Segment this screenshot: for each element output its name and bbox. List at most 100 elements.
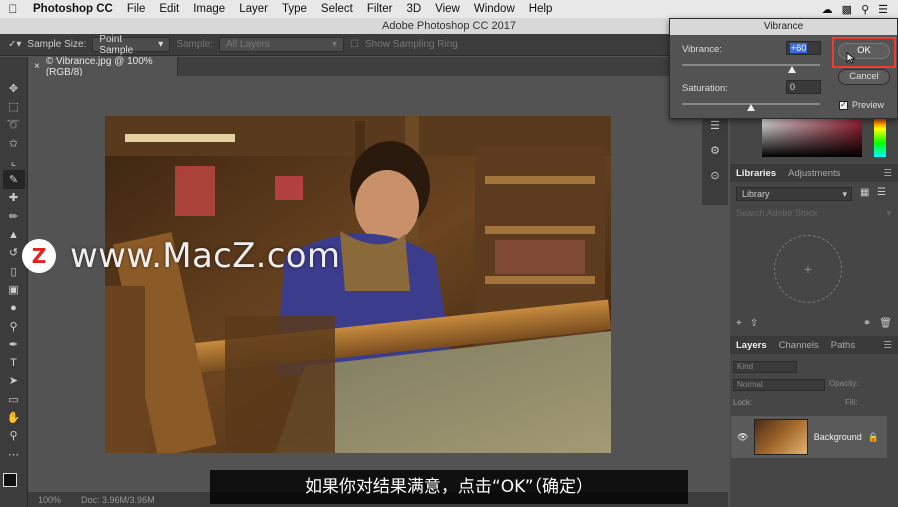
blur-tool-icon[interactable]: ● [3,299,25,317]
creative-cloud-icon[interactable]: ☁ [822,3,833,16]
menu-type[interactable]: Type [275,3,314,15]
hue-slider[interactable] [874,115,886,157]
layer-kind-filter[interactable]: Kind [733,361,797,373]
search-icon[interactable]: ⚲ [861,3,869,16]
gradient-tool-icon[interactable]: ▣ [3,280,25,298]
display-icon[interactable]: ▩ [842,3,852,16]
library-select-value: Library [742,189,770,199]
healing-brush-tool-icon[interactable]: ✚ [3,189,25,207]
library-add-dropzone[interactable]: + [774,235,842,303]
glyphs-panel-icon[interactable]: ⊙ [710,169,719,182]
video-subtitle: 如果你对结果满意，点击“OK”（确定） [210,470,688,504]
saturation-label: Saturation: [682,83,728,94]
notification-icon[interactable]: ☰ [878,3,888,16]
lock-icon: 🔒 [867,431,879,442]
vibrance-label: Vibrance: [682,44,722,55]
doc-size: Doc: 3.96M/3.96M [81,494,155,505]
pen-tool-icon[interactable]: ✒ [3,335,25,353]
menu-file[interactable]: File [120,3,153,15]
sample-value: All Layers [226,39,270,50]
dodge-tool-icon[interactable]: ⚲ [3,317,25,335]
trash-icon[interactable]: 🗑 [879,318,892,329]
sample-size-select[interactable]: Point Sample ▾ [92,34,171,56]
list-view-icon[interactable]: ☰ [877,187,886,198]
kind-filter-value: Kind [737,362,754,371]
library-search-placeholder: Search Adobe Stock [736,208,818,218]
foreground-color-swatch[interactable] [3,473,17,487]
lock-label: Lock: [733,398,753,407]
eyedropper-preset-icon[interactable]: ✓▾ [8,39,21,50]
preview-checkbox-row[interactable]: ✓ Preview [839,100,884,110]
brush-tool-icon[interactable]: ✏ [3,207,25,225]
upload-icon[interactable]: ⇧ [750,318,758,329]
menu-help[interactable]: Help [522,3,560,15]
watermark: Z www.MacZ.com [22,236,340,276]
crop-tool-icon[interactable]: ⌞ [3,152,25,170]
chevron-down-icon: ▾ [842,188,847,199]
zoom-readout[interactable]: 100% [38,495,61,505]
cancel-button[interactable]: Cancel [838,69,890,85]
preview-label: Preview [852,100,885,110]
quick-select-tool-icon[interactable]: ✩ [3,134,25,152]
add-content-icon[interactable]: + [736,318,742,329]
tab-adjustments[interactable]: Adjustments [788,168,840,179]
zoom-tool-icon[interactable]: ⚲ [3,427,25,445]
library-footer: + ⇧ ⚭ 🗑 [736,318,892,329]
menu-app-name[interactable]: Photoshop CC [26,3,120,15]
sample-select[interactable]: All Layers ▾ [219,37,345,52]
menu-window[interactable]: Window [467,3,522,15]
menu-layer[interactable]: Layer [232,3,275,15]
document-image[interactable] [105,116,611,453]
dialog-title: Vibrance [670,19,897,35]
chevron-down-icon: ▾ [331,39,338,50]
blend-mode-select[interactable]: Normal [733,379,825,391]
vibrance-slider-thumb[interactable] [788,66,797,73]
apple-icon[interactable]:  [0,2,26,16]
layer-row[interactable]: 👁 Background 🔒 [731,416,887,458]
tab-layers[interactable]: Layers [736,340,767,351]
vibrance-input[interactable]: +60 [786,41,821,55]
opacity-label: Opacity: [829,379,859,388]
library-select[interactable]: Library ▾ [736,187,852,201]
library-search-input[interactable]: Search Adobe Stock ▾ [736,208,891,221]
cc-icon[interactable]: ⚭ [863,318,871,329]
watermark-badge: Z [22,239,56,273]
menu-image[interactable]: Image [186,3,232,15]
saturation-input[interactable]: 0 [786,80,821,94]
panel-menu-icon[interactable]: ☰ [883,168,892,179]
tab-paths[interactable]: Paths [831,340,855,351]
chevron-down-icon: ▾ [158,39,164,50]
path-select-tool-icon[interactable]: ➤ [3,372,25,390]
color-picker-field[interactable] [762,115,862,157]
saturation-slider-thumb[interactable] [747,104,755,111]
vibrance-value: +60 [790,43,808,53]
rectangle-tool-icon[interactable]: ▭ [3,390,25,408]
more-tools-icon[interactable]: ⋯ [3,445,25,463]
eyedropper-tool-icon[interactable]: ✎ [2,170,25,189]
show-sampling-ring-checkbox[interactable]: ☐ [350,39,359,50]
document-tab-label: © Vibrance.jpg @ 100% (RGB/8) [45,55,153,78]
menu-edit[interactable]: Edit [152,3,186,15]
lasso-tool-icon[interactable]: ➰ [3,116,25,134]
visibility-eye-icon[interactable]: 👁 [737,432,748,443]
tab-libraries[interactable]: Libraries [736,168,776,179]
menu-filter[interactable]: Filter [360,3,400,15]
marquee-tool-icon[interactable]: ⬚ [3,97,25,115]
vibrance-slider-track[interactable] [682,64,820,66]
properties-panel-icon[interactable]: ⚙ [710,144,720,157]
tab-channels[interactable]: Channels [779,340,819,351]
menu-3d[interactable]: 3D [399,3,428,15]
close-icon[interactable]: × [34,61,40,72]
type-tool-icon[interactable]: T [3,353,25,371]
ok-highlight-box [832,37,896,68]
preview-checkbox[interactable]: ✓ [839,100,848,110]
menu-view[interactable]: View [428,3,467,15]
sample-size-label: Sample Size: [27,39,87,50]
panel-menu-icon[interactable]: ☰ [883,340,892,351]
menu-select[interactable]: Select [314,3,360,15]
hand-tool-icon[interactable]: ✋ [3,408,25,426]
move-tool-icon[interactable]: ✥ [3,79,25,97]
history-panel-icon[interactable]: ☰ [710,119,720,132]
grid-view-icon[interactable]: ▦ [860,187,869,198]
document-tab[interactable]: × © Vibrance.jpg @ 100% (RGB/8) [28,55,178,78]
